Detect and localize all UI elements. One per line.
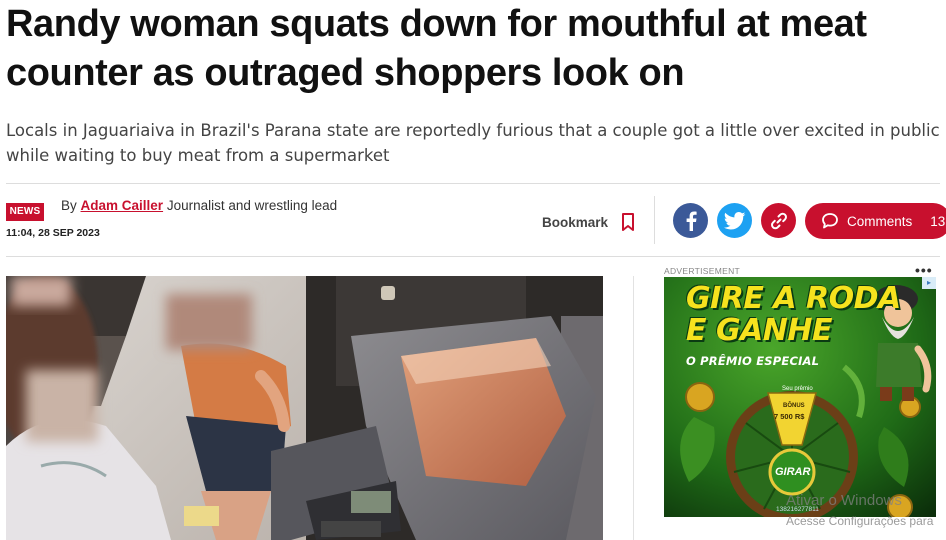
advertisement-label: ADVERTISEMENT: [664, 266, 741, 276]
twitter-share-button[interactable]: [717, 203, 752, 238]
section-badge[interactable]: NEWS: [6, 203, 44, 221]
copy-link-button[interactable]: [761, 203, 796, 238]
wheel-amount: 7 500 R$: [774, 412, 805, 421]
link-icon: [770, 212, 787, 229]
article-photo-scene: [6, 276, 603, 540]
divider: [6, 256, 940, 257]
ad-headline-line-2: E GANHE: [686, 313, 833, 348]
publish-timestamp: 11:04, 28 SEP 2023: [6, 227, 100, 239]
standfirst-line-2: while waiting to buy meat from a superma…: [6, 146, 390, 165]
author-role: Journalist and wrestling lead: [166, 198, 338, 213]
os-activation-watermark-subtitle: Acesse Configurações para: [786, 514, 934, 528]
advertisement-banner[interactable]: ▸ GIRE A RODA E GANHE O PRÊMIO ESPECIAL …: [664, 277, 936, 517]
os-activation-watermark-title: Ativar o Windows: [786, 492, 902, 509]
facebook-icon: [686, 211, 697, 231]
ad-subtitle: O PRÊMIO ESPECIAL: [686, 354, 820, 368]
article-hero-image[interactable]: [6, 276, 603, 540]
ad-menu-icon[interactable]: •••: [915, 262, 933, 278]
comments-label: Comments: [847, 213, 913, 229]
author-link[interactable]: Adam Cailler: [81, 198, 164, 213]
comment-bubble-icon: [822, 213, 838, 229]
facebook-share-button[interactable]: [673, 203, 708, 238]
adchoices-icon[interactable]: ▸: [922, 277, 936, 289]
wheel-bonus: BÔNUS: [783, 403, 805, 409]
divider: [654, 196, 655, 244]
bookmark-button[interactable]: Bookmark: [542, 212, 638, 232]
column-divider: [633, 276, 634, 540]
twitter-icon: [723, 211, 745, 229]
bookmark-icon: [622, 213, 635, 231]
byline-prefix: By: [61, 198, 77, 213]
wheel-prize-label: Seu prêmio: [782, 386, 813, 392]
byline: By Adam Cailler Journalist and wrestling…: [61, 198, 337, 213]
comments-button[interactable]: Comments 13: [805, 203, 946, 239]
comments-count: 13: [930, 213, 946, 229]
ad-headline-line-1: GIRE A RODA: [686, 281, 901, 316]
standfirst-line-1: Locals in Jaguariaiva in Brazil's Parana…: [6, 121, 940, 140]
divider: [6, 183, 940, 184]
article-headline: Randy woman squats down for mouthful at …: [6, 3, 867, 94]
article-standfirst: Locals in Jaguariaiva in Brazil's Parana…: [6, 118, 946, 168]
wheel-spin-button[interactable]: GIRAR: [775, 466, 810, 478]
bookmark-label: Bookmark: [542, 214, 609, 230]
